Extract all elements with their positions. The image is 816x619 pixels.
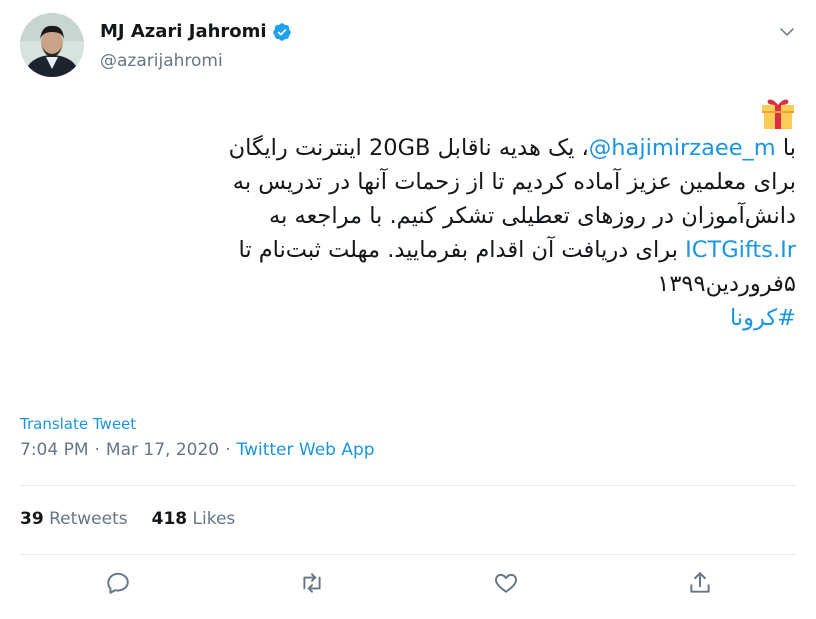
tweet-header: MJ Azari Jahromi @azarijahromi	[20, 13, 800, 79]
verified-badge-icon	[272, 22, 292, 42]
likes-stat[interactable]: 418 Likes	[152, 509, 236, 529]
retweets-stat[interactable]: 39 Retweets	[20, 509, 128, 529]
tweet-text: با @hajimirzaee_m، یک هدیه ناقابل 20GB ا…	[20, 95, 796, 335]
tweet-stats: 39 Retweets 418 Likes	[20, 509, 259, 529]
reply-icon[interactable]	[105, 570, 131, 596]
retweets-count: 39	[20, 509, 44, 529]
likes-label: Likes	[192, 509, 236, 529]
like-icon[interactable]	[493, 570, 519, 596]
hashtag-link[interactable]: #کرونا	[20, 301, 796, 335]
retweets-label: Retweets	[49, 509, 128, 529]
translate-tweet-link[interactable]: Translate Tweet	[20, 415, 136, 433]
avatar[interactable]	[20, 13, 84, 77]
meta-separator: ·	[94, 440, 100, 460]
tweet-emoji-line	[20, 95, 796, 131]
tweet-line-1: با @hajimirzaee_m، یک هدیه ناقابل 20GB ا…	[20, 131, 796, 165]
meta-separator: ·	[225, 440, 231, 460]
tweet-date[interactable]: Mar 17, 2020	[106, 440, 219, 460]
url-link[interactable]: ICTGifts.Ir	[685, 237, 796, 263]
user-handle[interactable]: @azarijahromi	[100, 51, 223, 71]
avatar-photo	[20, 13, 84, 77]
tweet-time[interactable]: 7:04 PM	[20, 440, 89, 460]
display-name[interactable]: MJ Azari Jahromi	[100, 21, 267, 42]
tweet-source[interactable]: Twitter Web App	[237, 440, 375, 460]
likes-count: 418	[151, 509, 188, 529]
tweet-line-4: ICTGifts.Ir برای دریافت آن اقدام بفرمایی…	[20, 233, 796, 267]
chevron-down-icon[interactable]	[778, 23, 796, 41]
mention-link[interactable]: @hajimirzaee_m	[589, 135, 776, 161]
tweet-line-5: ۵فروردین۱۳۹۹	[657, 271, 796, 297]
divider	[20, 485, 796, 486]
name-row: MJ Azari Jahromi	[100, 21, 292, 42]
tweet-line-1-suffix: ، یک هدیه ناقابل 20GB اینترنت رایگان	[228, 135, 589, 161]
tweet-line-3: دانش‌آموزان در روزهای تعطیلی تشکر کنیم. …	[269, 203, 796, 229]
tweet-line-4-suffix: برای دریافت آن اقدام بفرمایید. مهلت ثبت‌…	[238, 237, 686, 263]
share-icon[interactable]	[687, 570, 713, 596]
divider	[20, 554, 796, 555]
tweet-meta: 7:04 PM · Mar 17, 2020 · Twitter Web App	[20, 440, 375, 460]
tweet-actions	[0, 570, 816, 602]
tweet-line-1-prefix: با	[775, 135, 796, 161]
tweet-line-2: برای معلمین عزیز آماده کردیم تا از زحمات…	[232, 169, 796, 195]
retweet-icon[interactable]	[299, 570, 325, 596]
gift-icon	[760, 95, 796, 131]
